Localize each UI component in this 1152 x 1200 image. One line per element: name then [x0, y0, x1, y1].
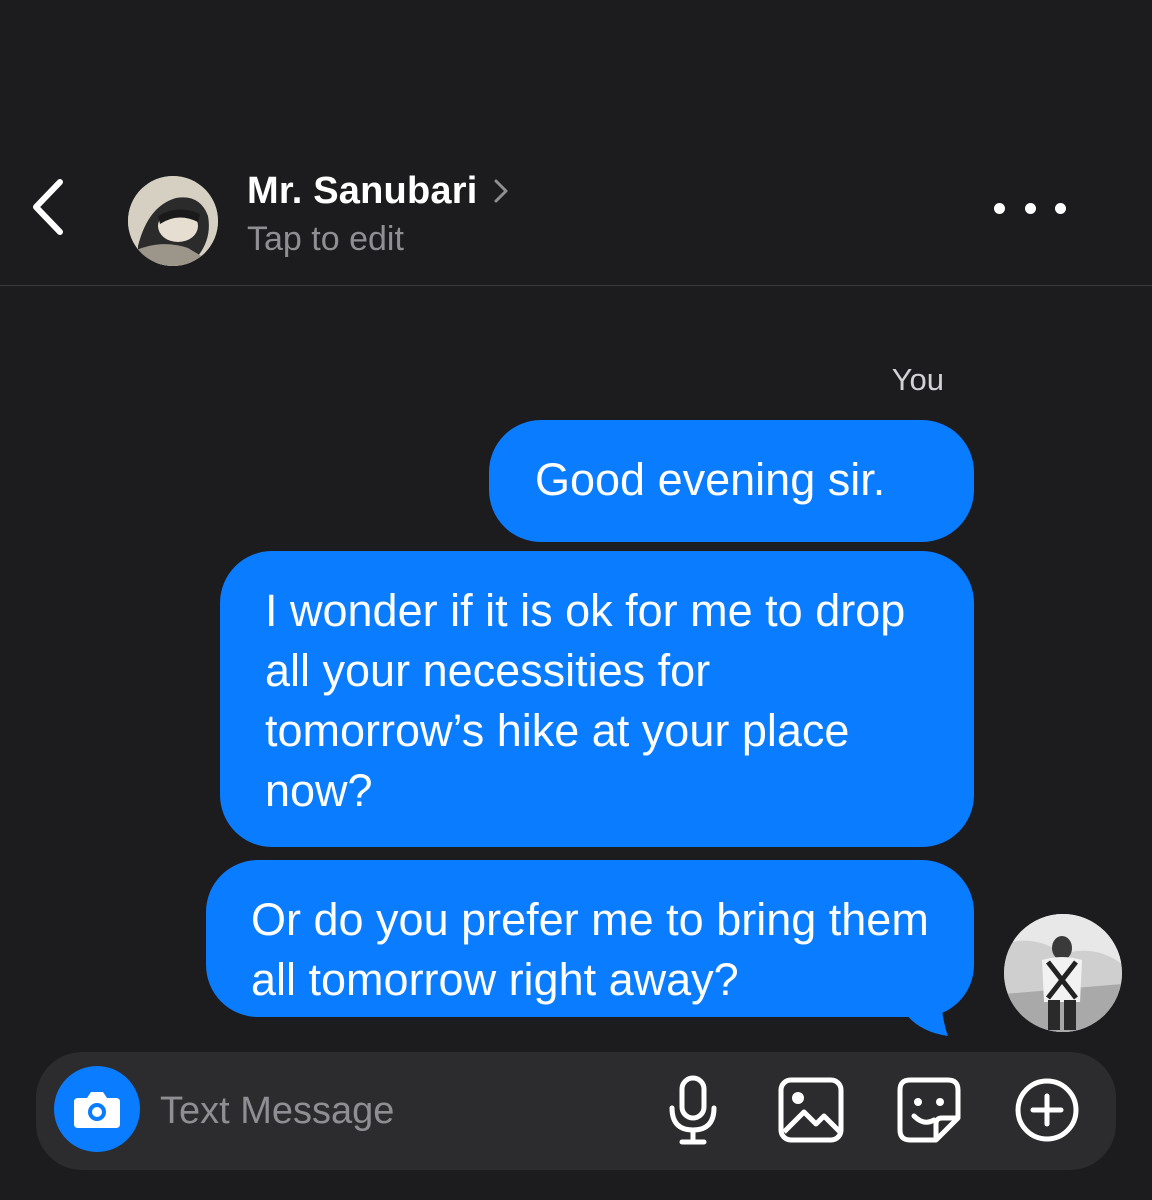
- user-avatar[interactable]: [1004, 914, 1122, 1032]
- contact-name-button[interactable]: Mr. Sanubari: [247, 168, 511, 214]
- message-input[interactable]: [160, 1082, 630, 1140]
- more-options-button[interactable]: [994, 186, 1066, 230]
- add-button[interactable]: [1012, 1074, 1082, 1146]
- plus-circle-icon: [1015, 1078, 1079, 1142]
- contact-name: Mr. Sanubari: [247, 169, 478, 212]
- microphone-button[interactable]: [658, 1074, 728, 1146]
- camera-button[interactable]: [54, 1066, 140, 1152]
- message-text: Good evening sir.: [535, 454, 886, 505]
- chat-screen: Mr. Sanubari Tap to edit You Good evenin…: [0, 0, 1152, 1200]
- message-bubble[interactable]: I wonder if it is ok for me to drop all …: [220, 551, 974, 847]
- message-text: Or do you prefer me to bring them all to…: [251, 894, 929, 1005]
- ellipsis-icon: [994, 202, 1005, 214]
- camera-icon: [74, 1092, 120, 1128]
- contact-avatar[interactable]: [128, 176, 218, 266]
- back-button[interactable]: [22, 172, 78, 242]
- sticker-button[interactable]: [894, 1074, 964, 1146]
- message-text: I wonder if it is ok for me to drop all …: [265, 585, 906, 816]
- tap-to-edit-label[interactable]: Tap to edit: [247, 220, 404, 259]
- image-icon: [778, 1077, 844, 1143]
- chevron-left-icon: [33, 179, 63, 235]
- bubble-tail: [900, 990, 948, 1036]
- sender-label: You: [891, 362, 944, 397]
- message-bubble[interactable]: Good evening sir.: [489, 420, 974, 542]
- sticker-icon: [897, 1077, 961, 1143]
- microphone-icon: [669, 1075, 717, 1145]
- gallery-button[interactable]: [776, 1074, 846, 1146]
- chat-header: Mr. Sanubari Tap to edit: [0, 0, 1152, 286]
- message-bubble[interactable]: Or do you prefer me to bring them all to…: [206, 860, 974, 1017]
- composer-bar: [36, 1052, 1116, 1170]
- chevron-right-icon: [494, 179, 508, 203]
